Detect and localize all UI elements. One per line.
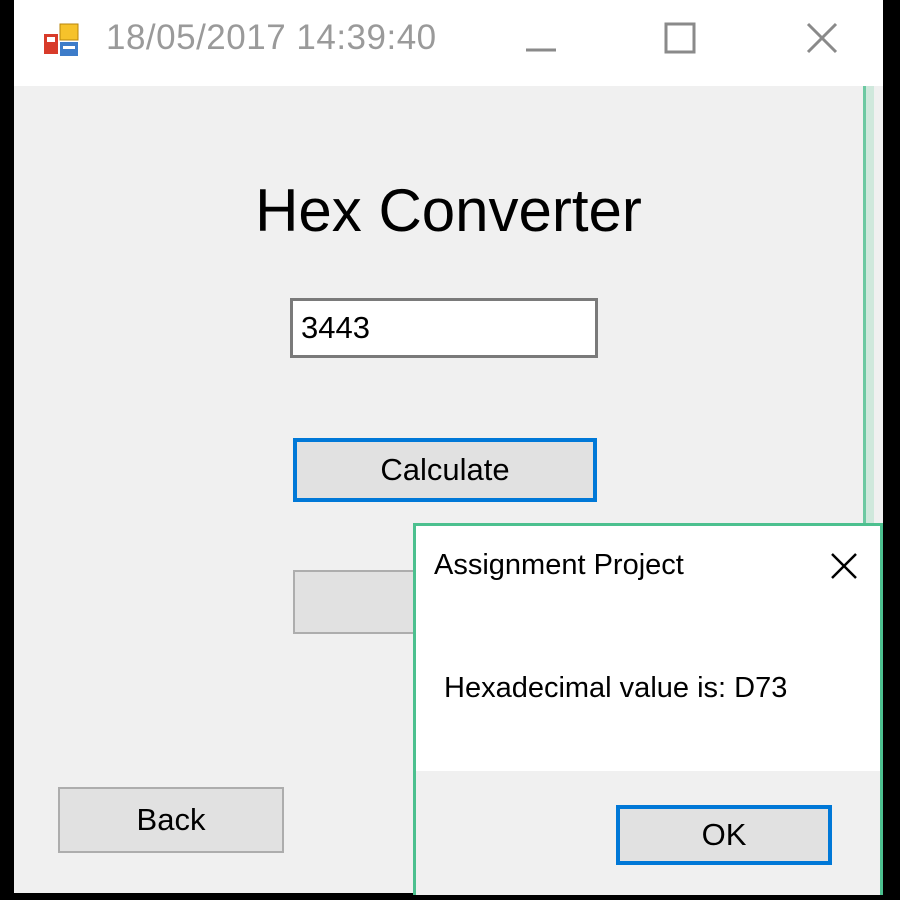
message-dialog: Assignment Project Hexadecimal value is:… (413, 523, 883, 895)
dialog-close-button[interactable] (824, 546, 864, 586)
close-icon (824, 546, 864, 586)
dialog-footer: OK (416, 771, 880, 895)
close-button[interactable] (787, 12, 857, 68)
ok-button[interactable]: OK (616, 805, 832, 865)
minimize-icon (507, 12, 577, 68)
window-edge (863, 86, 874, 526)
dialog-message: Hexadecimal value is: D73 (444, 672, 788, 704)
window-title: 18/05/2017 14:39:40 (106, 18, 437, 57)
maximize-button[interactable] (646, 12, 716, 68)
maximize-icon (646, 12, 716, 68)
number-input[interactable] (290, 298, 598, 358)
app-form-icon (42, 22, 82, 58)
calculate-button[interactable]: Calculate (293, 438, 597, 502)
minimize-button[interactable] (507, 12, 577, 68)
back-button[interactable]: Back (58, 787, 284, 853)
page-title: Hex Converter (255, 177, 642, 244)
dialog-title: Assignment Project (434, 549, 684, 581)
title-bar: 18/05/2017 14:39:40 (14, 0, 883, 86)
close-icon (787, 12, 857, 68)
